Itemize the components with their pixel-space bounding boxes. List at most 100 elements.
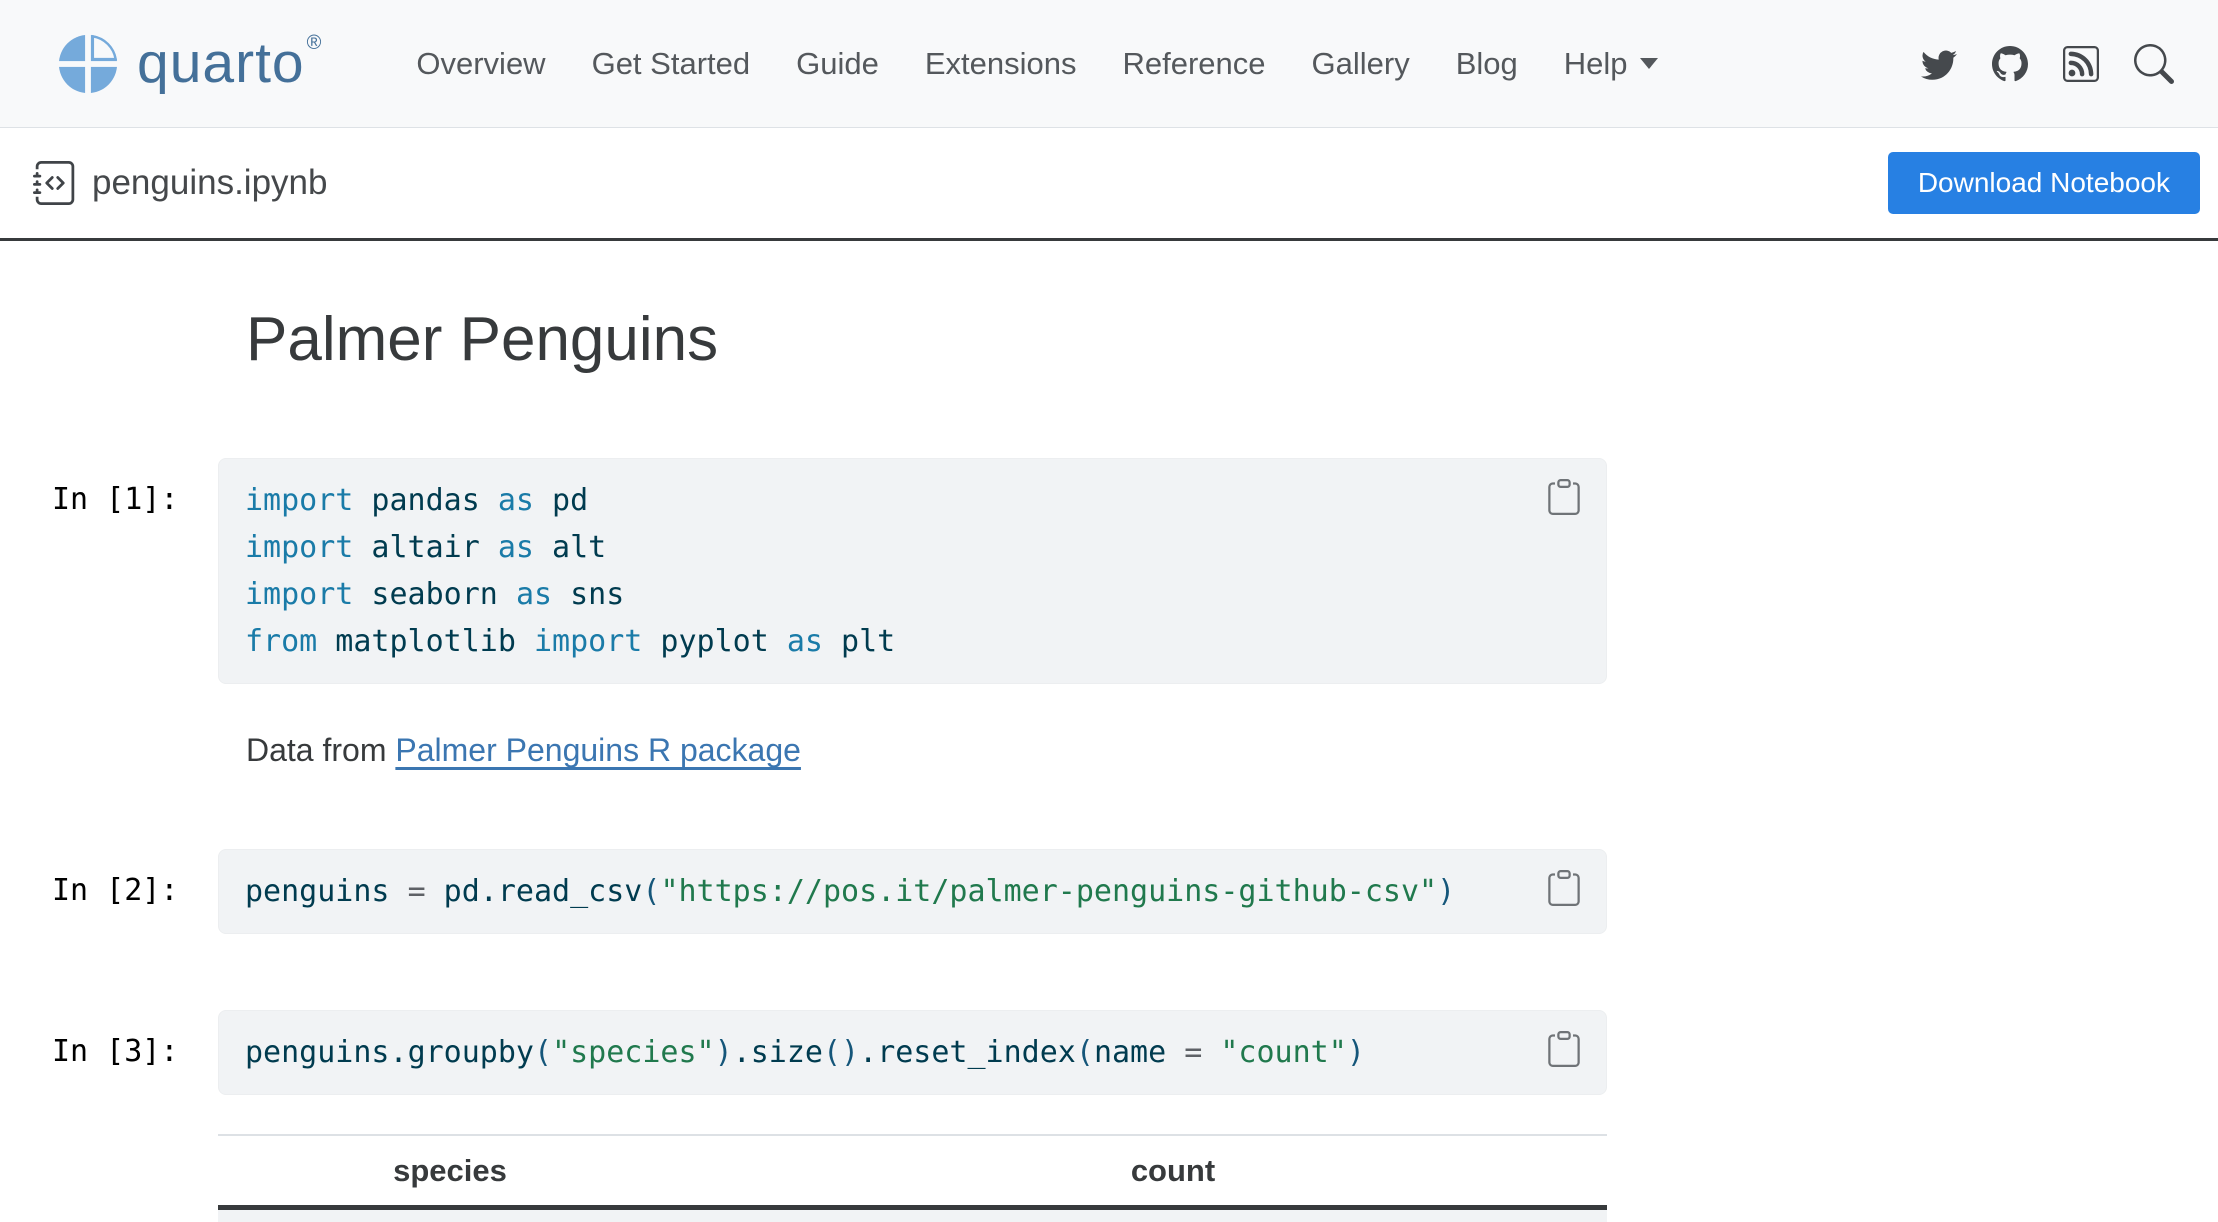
code-token: as [787, 624, 823, 659]
nav-item-get-started[interactable]: Get Started [569, 46, 774, 82]
data-source-paragraph: Data from Palmer Penguins R package [246, 732, 2218, 769]
code-token: . [859, 1035, 877, 1070]
code-line: from matplotlib import pyplot as plt [245, 618, 1580, 665]
nav-item-reference[interactable]: Reference [1099, 46, 1288, 82]
code-content: penguins.groupby("species").size().reset… [245, 1029, 1580, 1076]
dataframe-table: species count [218, 1134, 1607, 1222]
code-token: name [1094, 1035, 1184, 1070]
code-token: "https://pos.it/palmer-penguins-github-c… [660, 874, 1437, 909]
chevron-down-icon [1640, 58, 1658, 69]
code-token: sns [552, 577, 624, 612]
code-token: seaborn [353, 577, 516, 612]
notebook-filename: penguins.ipynb [92, 163, 327, 203]
notebook-bar: penguins.ipynb Download Notebook [0, 128, 2218, 241]
code-line: import pandas as pd [245, 477, 1580, 524]
notebook-file: penguins.ipynb [33, 161, 327, 205]
code-line: penguins = pd.read_csv("https://pos.it/p… [245, 868, 1580, 915]
table-header-species: species [393, 1153, 507, 1189]
cell-input-label: In [2]: [52, 873, 202, 908]
table-row [218, 1210, 1607, 1222]
code-token: ) [1347, 1035, 1365, 1070]
code-token: reset_index [877, 1035, 1076, 1070]
copy-code-button[interactable] [1544, 475, 1584, 522]
nav-icons [1917, 40, 2178, 88]
nav-item-label: Guide [796, 46, 879, 82]
code-line: import seaborn as sns [245, 571, 1580, 618]
code-token: from [245, 624, 317, 659]
paragraph-text: Data from [246, 732, 395, 768]
code-token: groupby [408, 1035, 534, 1070]
code-token: = [1184, 1035, 1202, 1070]
code-token: penguins [245, 874, 408, 909]
code-token: () [823, 1035, 859, 1070]
nav-item-label: Extensions [925, 46, 1077, 82]
nav-item-label: Get Started [592, 46, 751, 82]
journal-code-icon [33, 161, 77, 205]
nav-item-label: Gallery [1312, 46, 1410, 82]
nav-item-overview[interactable]: Overview [393, 46, 568, 82]
palmer-penguins-link[interactable]: Palmer Penguins R package [395, 732, 801, 768]
table-header-row: species count [218, 1134, 1607, 1210]
code-content: penguins = pd.read_csv("https://pos.it/p… [245, 868, 1580, 915]
nav-item-help[interactable]: Help [1541, 46, 1681, 82]
quarto-logo-icon [55, 31, 121, 97]
code-token: pandas [353, 483, 498, 518]
code-token: ( [1076, 1035, 1094, 1070]
code-token: ( [534, 1035, 552, 1070]
code-token: alt [534, 530, 606, 565]
cell-input-label: In [3]: [52, 1034, 202, 1069]
code-cell: import pandas as pdimport altair as alti… [218, 458, 1607, 684]
code-token: = [408, 874, 426, 909]
code-token: as [498, 530, 534, 565]
code-token: import [534, 624, 642, 659]
code-token: import [245, 483, 353, 518]
page-title: Palmer Penguins [246, 305, 2218, 374]
clipboard-icon [1546, 477, 1582, 517]
nav-item-label: Help [1564, 46, 1628, 82]
nav-item-guide[interactable]: Guide [773, 46, 902, 82]
code-token: size [751, 1035, 823, 1070]
code-token: pyplot [642, 624, 787, 659]
navbar: quarto ® Overview Get Started Guide Extensi… [0, 0, 2218, 128]
code-cell: penguins = pd.read_csv("https://pos.it/p… [218, 849, 1607, 934]
code-token: pd [534, 483, 588, 518]
twitter-icon[interactable] [1917, 42, 1961, 86]
rss-icon[interactable] [2059, 42, 2103, 86]
code-token: "species" [552, 1035, 715, 1070]
copy-code-button[interactable] [1544, 866, 1584, 913]
code-token: altair [353, 530, 498, 565]
nav-item-label: Overview [416, 46, 545, 82]
table-header-count: count [1131, 1153, 1215, 1189]
code-content: import pandas as pdimport altair as alti… [245, 477, 1580, 665]
code-line: import altair as alt [245, 524, 1580, 571]
code-token: as [516, 577, 552, 612]
cell-input-label: In [1]: [52, 482, 202, 517]
code-token: "count" [1202, 1035, 1347, 1070]
code-token: matplotlib [317, 624, 534, 659]
code-token: ) [1437, 874, 1455, 909]
nav-item-extensions[interactable]: Extensions [902, 46, 1100, 82]
nav-item-gallery[interactable]: Gallery [1289, 46, 1433, 82]
article: Palmer Penguins In [1]: import pandas as… [0, 241, 2218, 1222]
copy-code-button[interactable] [1544, 1027, 1584, 1074]
code-token: pd. [426, 874, 498, 909]
github-icon[interactable] [1988, 42, 2032, 86]
code-token: plt [823, 624, 895, 659]
search-icon[interactable] [2130, 40, 2178, 88]
clipboard-icon [1546, 868, 1582, 908]
nav-menu: Overview Get Started Guide Extensions Refere… [393, 46, 1680, 82]
code-token: import [245, 530, 353, 565]
code-token: ( [642, 874, 660, 909]
nav-item-blog[interactable]: Blog [1433, 46, 1541, 82]
nav-item-label: Blog [1456, 46, 1518, 82]
nav-item-label: Reference [1122, 46, 1265, 82]
code-token: read_csv [498, 874, 643, 909]
clipboard-icon [1546, 1029, 1582, 1069]
registered-mark: ® [307, 32, 322, 55]
code-token: ) [715, 1035, 733, 1070]
code-token: as [498, 483, 534, 518]
brand-logo[interactable]: quarto ® [55, 31, 321, 97]
download-notebook-button[interactable]: Download Notebook [1888, 152, 2200, 214]
code-token: penguins. [245, 1035, 408, 1070]
brand-name: quarto [137, 35, 305, 92]
